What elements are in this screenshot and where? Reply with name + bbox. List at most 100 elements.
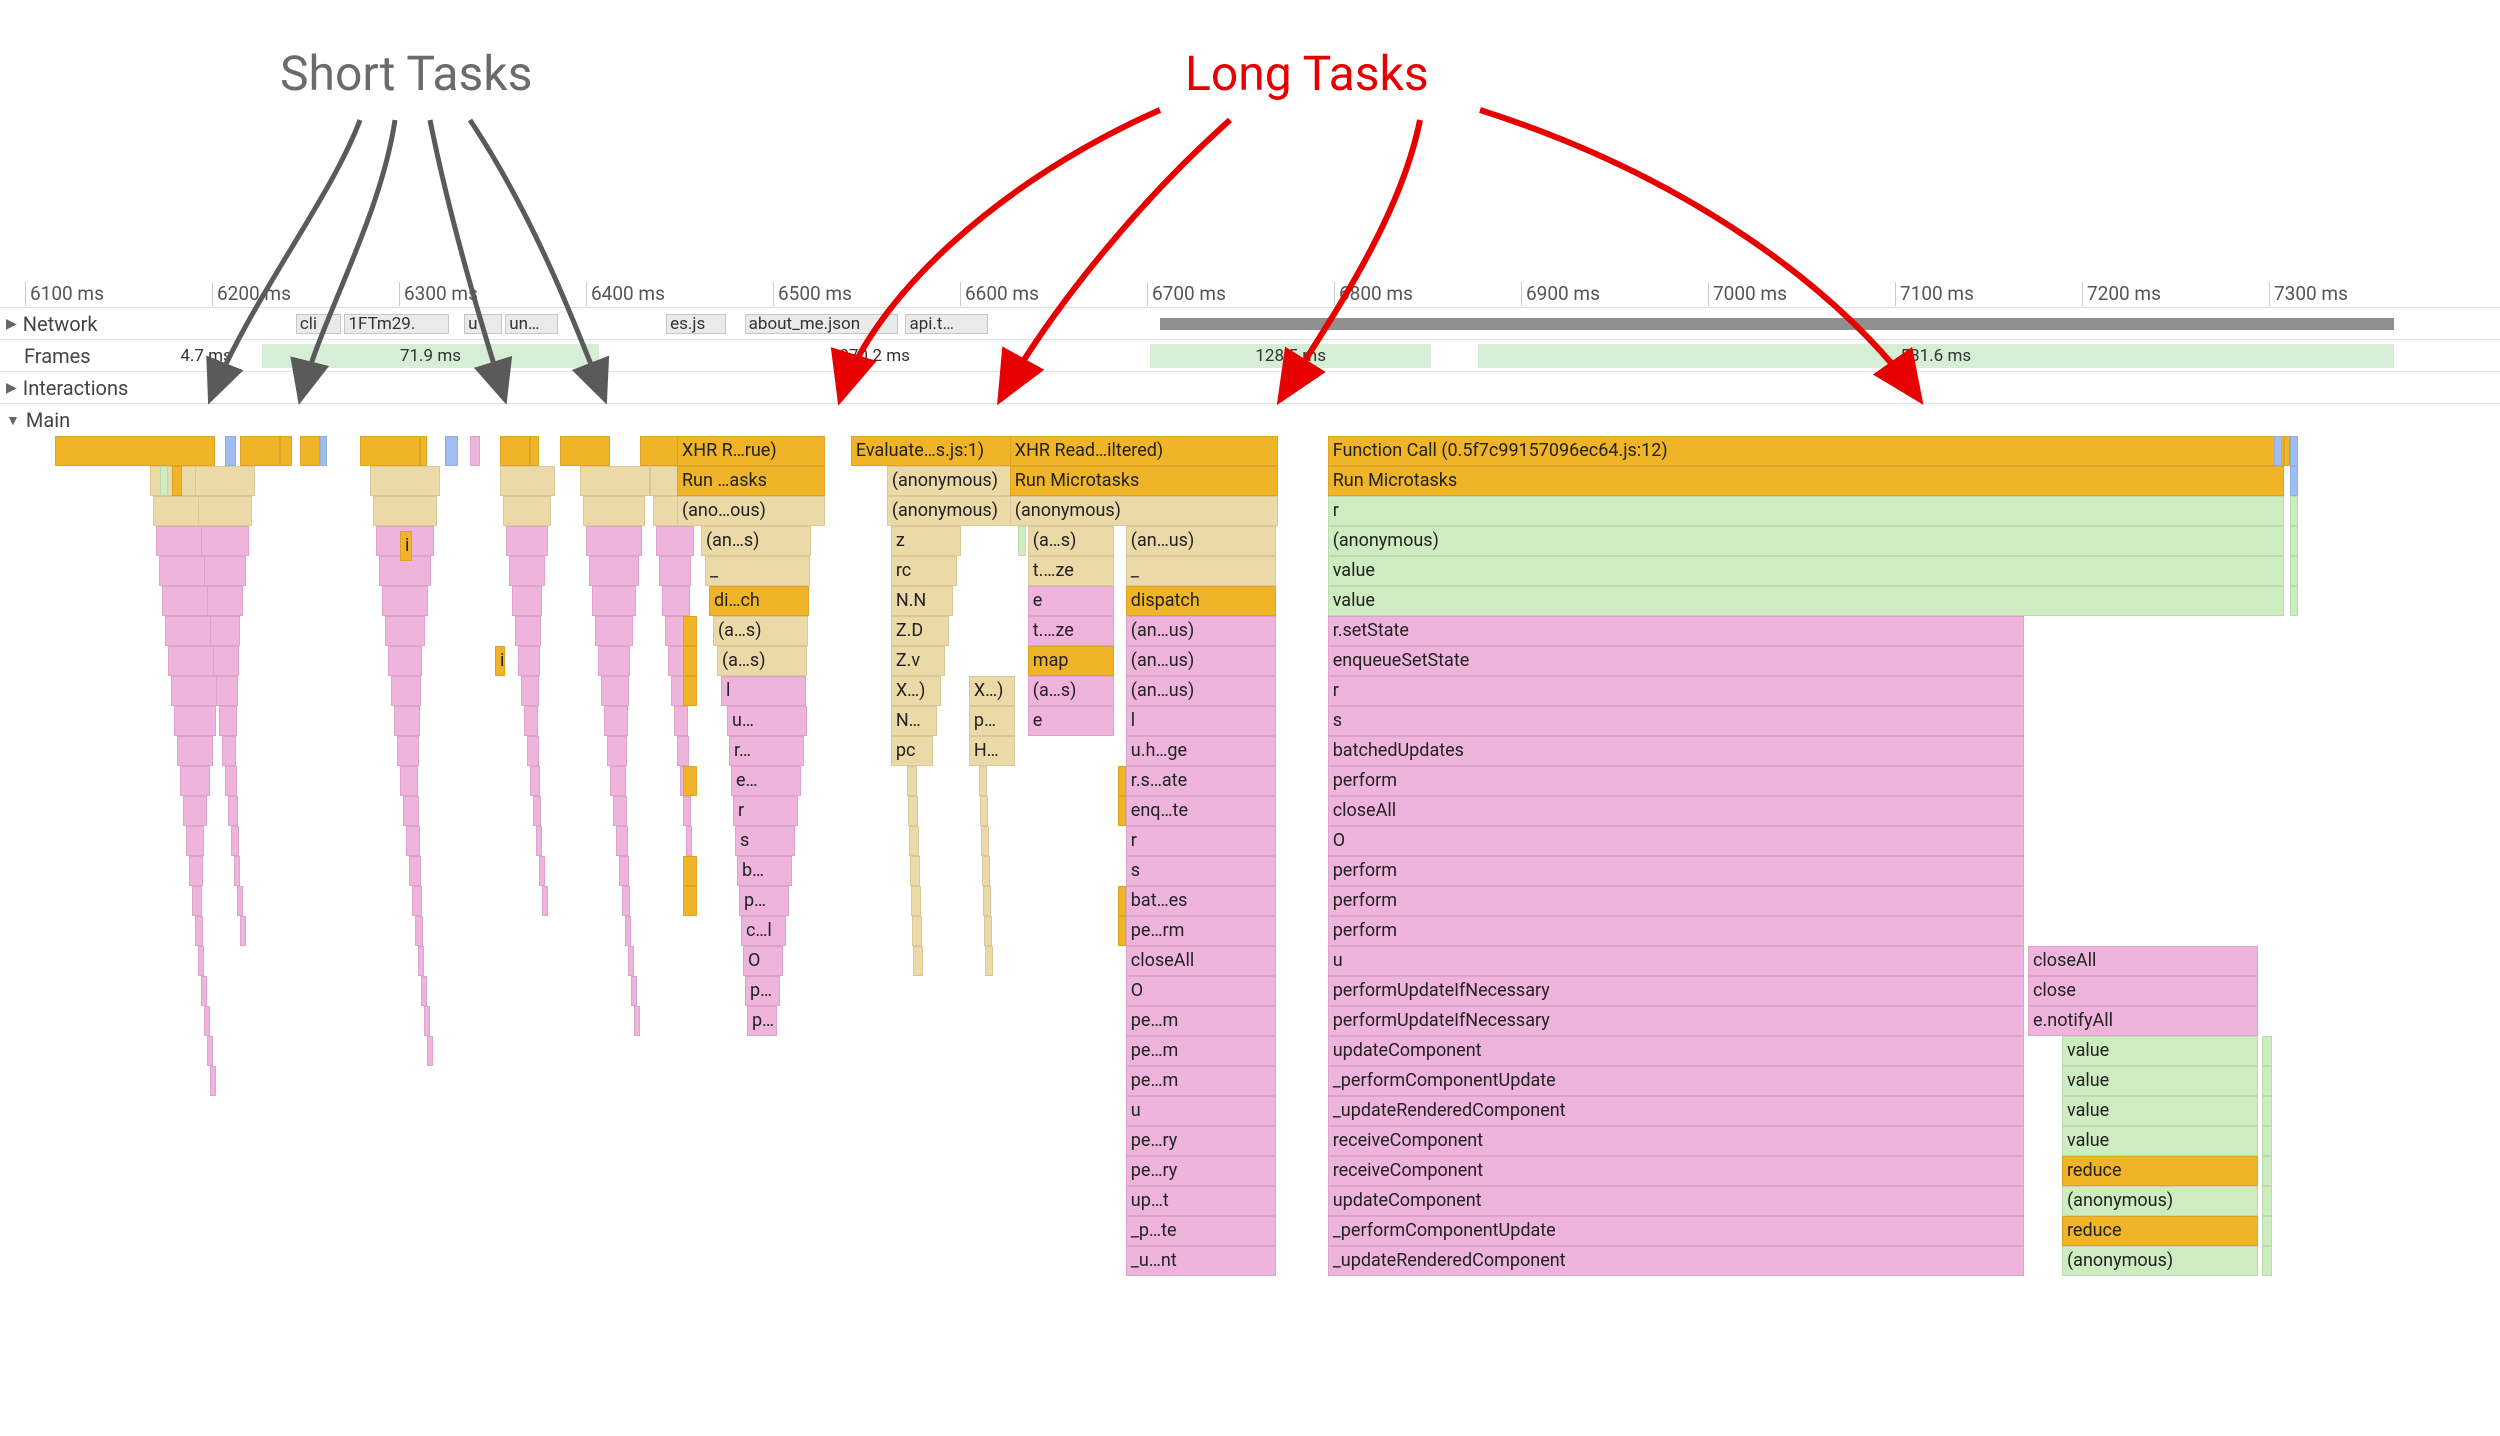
flame-frame[interactable]: up…t [1126, 1186, 1276, 1216]
network-request-bar[interactable]: about_me.json [745, 314, 898, 334]
flame-frame[interactable] [201, 976, 207, 1006]
flame-frame[interactable] [2290, 526, 2298, 556]
flame-frame[interactable] [1118, 796, 1126, 826]
flame-task[interactable] [360, 436, 420, 466]
flame-frame[interactable] [2290, 556, 2298, 586]
flame-frame[interactable] [2274, 436, 2282, 466]
flame-frame[interactable]: Run Microtasks [1010, 466, 1278, 496]
flame-frame[interactable]: p… [969, 706, 1015, 736]
flame-frame[interactable] [913, 946, 923, 976]
flame-task[interactable]: Function Call (0.5f7c99157096ec64.js:12) [1328, 436, 2284, 466]
flame-frame[interactable]: pe…m [1126, 1006, 1276, 1036]
flame-frame[interactable]: Run Microtasks [1328, 466, 2284, 496]
flame-frame[interactable] [683, 616, 697, 646]
flame-frame[interactable]: reduce [2062, 1156, 2258, 1186]
flame-frame[interactable] [2262, 1126, 2272, 1156]
flame-frame[interactable]: p… [747, 1006, 777, 1036]
flame-frame[interactable]: l [721, 676, 806, 706]
flame-frame[interactable]: c…l [741, 916, 786, 946]
flame-frame[interactable]: value [2062, 1066, 2258, 1096]
flame-frame[interactable] [397, 736, 419, 766]
network-request-bar[interactable]: cli [296, 314, 341, 334]
network-request-bar[interactable] [1160, 318, 2394, 330]
flame-frame[interactable] [228, 796, 238, 826]
flame-frame[interactable] [911, 886, 921, 916]
flame-task[interactable] [560, 436, 610, 466]
flame-frame[interactable]: updateComponent [1328, 1036, 2024, 1066]
flame-frame[interactable]: O [743, 946, 783, 976]
flame-frame[interactable] [174, 706, 216, 736]
flame-frame[interactable]: i [495, 646, 505, 676]
flame-frame[interactable]: pe…rm [1126, 916, 1276, 946]
flame-frame[interactable] [1118, 886, 1126, 916]
flame-frame[interactable]: enqueueSetState [1328, 646, 2024, 676]
flame-frame[interactable] [198, 496, 252, 526]
flame-frame[interactable] [234, 856, 240, 886]
flame-frame[interactable] [506, 526, 548, 556]
flame-frame[interactable] [539, 856, 545, 886]
flame-frame[interactable] [373, 496, 437, 526]
flame-frame[interactable] [631, 976, 637, 1006]
flame-frame[interactable] [530, 766, 540, 796]
flame-frame[interactable] [382, 586, 428, 616]
flame-frame[interactable]: r.s…ate [1126, 766, 1276, 796]
network-request-bar[interactable]: api.t… [905, 314, 987, 334]
flame-frame[interactable] [515, 616, 541, 646]
flame-frame[interactable]: (an…us) [1126, 526, 1276, 556]
flame-frame[interactable] [628, 946, 634, 976]
flame-frame[interactable] [189, 856, 203, 886]
flame-frame[interactable] [2262, 1246, 2272, 1276]
flame-frame[interactable]: e.notifyAll [2028, 1006, 2258, 1036]
frame-bar[interactable]: 4.7 ms [150, 344, 262, 368]
flame-frame[interactable] [2262, 1156, 2272, 1186]
flame-frame[interactable] [177, 736, 213, 766]
flame-frame[interactable] [385, 616, 425, 646]
flame-frame[interactable] [160, 466, 168, 496]
flame-frame[interactable] [198, 946, 204, 976]
flame-frame[interactable] [421, 976, 427, 1006]
flame-frame[interactable] [2262, 1096, 2272, 1126]
track-frames[interactable]: Frames 4.7 ms71.9 ms270.2 ms128.5 ms531.… [0, 340, 2500, 372]
frame-bar[interactable]: 128.5 ms [1150, 344, 1431, 368]
flame-frame[interactable]: _p…te [1126, 1216, 1276, 1246]
flame-frame[interactable]: r… [729, 736, 804, 766]
flame-task[interactable] [420, 436, 427, 466]
flame-frame[interactable]: X…) [969, 676, 1015, 706]
flame-frame[interactable] [662, 586, 690, 616]
flame-frame[interactable]: O [1126, 976, 1276, 1006]
flame-frame[interactable]: pc [891, 736, 933, 766]
network-request-bar[interactable]: un… [505, 314, 557, 334]
flame-frame[interactable] [983, 886, 991, 916]
frame-bar[interactable]: 71.9 ms [262, 344, 599, 368]
flame-frame[interactable] [683, 796, 691, 826]
flame-frame[interactable]: z [891, 526, 961, 556]
flame-task[interactable] [280, 436, 292, 466]
frame-bar[interactable]: 270.2 ms [599, 344, 1151, 368]
flame-frame[interactable]: enq…te [1126, 796, 1276, 826]
flame-frame[interactable]: N… [891, 706, 937, 736]
flame-frame[interactable]: (a…s) [1028, 526, 1114, 556]
flame-frame[interactable]: (anonymous) [2062, 1246, 2258, 1276]
flame-frame[interactable]: close [2028, 976, 2258, 1006]
flame-frame[interactable]: _updateRenderedComponent [1328, 1246, 2024, 1276]
flame-frame[interactable]: H… [969, 736, 1015, 766]
flame-frame[interactable]: value [2062, 1126, 2258, 1156]
flame-frame[interactable] [634, 1006, 640, 1036]
flame-task[interactable] [300, 436, 320, 466]
flame-frame[interactable] [683, 676, 697, 706]
flame-frame[interactable] [2262, 1036, 2272, 1066]
flame-frame[interactable]: pe…ry [1126, 1156, 1276, 1186]
flame-frame[interactable] [1018, 526, 1026, 556]
flame-frame[interactable] [222, 736, 236, 766]
flame-frame[interactable]: performUpdateIfNecessary [1328, 1006, 2024, 1036]
flame-frame[interactable]: t.…ze [1028, 616, 1114, 646]
flame-frame[interactable]: r [1328, 676, 2024, 706]
flame-frame[interactable] [909, 826, 919, 856]
flame-frame[interactable] [542, 886, 548, 916]
flame-frame[interactable] [613, 796, 627, 826]
flame-frame[interactable] [219, 706, 237, 736]
flame-frame[interactable] [370, 466, 440, 496]
flame-frame[interactable]: r [733, 796, 798, 826]
flame-task[interactable] [445, 436, 458, 466]
flame-frame[interactable]: (anonymous) [1328, 526, 2284, 556]
